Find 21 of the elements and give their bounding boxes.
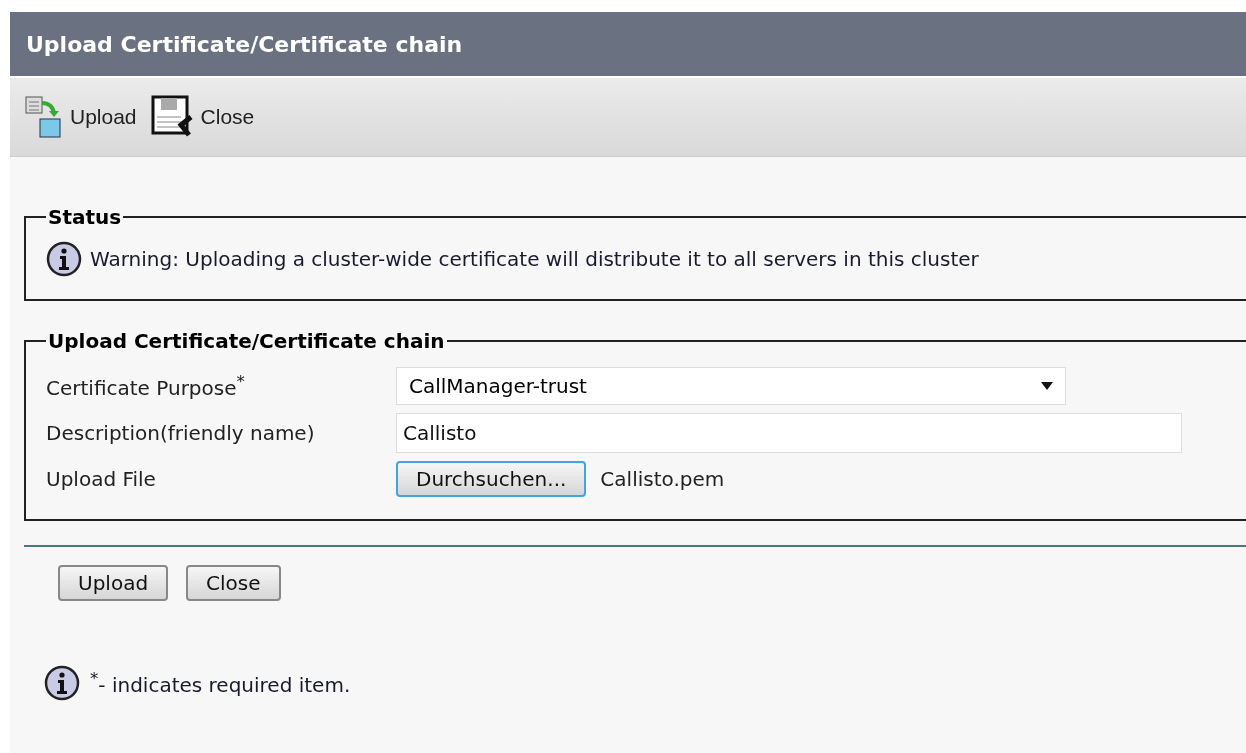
info-icon	[46, 241, 82, 277]
description-field[interactable]: Callisto	[396, 413, 1182, 453]
panel-legend: Status	[46, 205, 124, 229]
page-title: Upload Certificate/Certificate chain	[10, 12, 1246, 78]
floppy-disk-icon	[150, 95, 195, 139]
required-note: $^{*}$- indicates required item.	[90, 669, 351, 697]
form-button[interactable]: Upload	[58, 565, 169, 601]
field-label: Description(friendly name)	[46, 421, 316, 445]
toolbar-button[interactable]: Close	[150, 95, 255, 139]
toolbar-button[interactable]: Upload	[24, 95, 137, 139]
file-name: Callisto.pem	[600, 467, 725, 491]
panel-legend: Upload Certificate/Certificate chain	[46, 329, 447, 353]
dropdown-caret-icon	[1041, 382, 1053, 390]
warning-message: Warning: Uploading a cluster-wide certificate will distribute it to all servers in this cluster	[90, 247, 979, 271]
purpose-dropdown[interactable]: CallManager-trust	[396, 367, 1066, 405]
info-icon	[44, 665, 80, 701]
form-button[interactable]: Close	[186, 565, 281, 601]
browse-button[interactable]: Durchsuchen...	[396, 461, 587, 497]
field-label: Certificate Purpose$^{*}$	[46, 372, 246, 400]
document-to-box-icon	[24, 95, 64, 139]
field-label: Upload File	[46, 467, 157, 491]
